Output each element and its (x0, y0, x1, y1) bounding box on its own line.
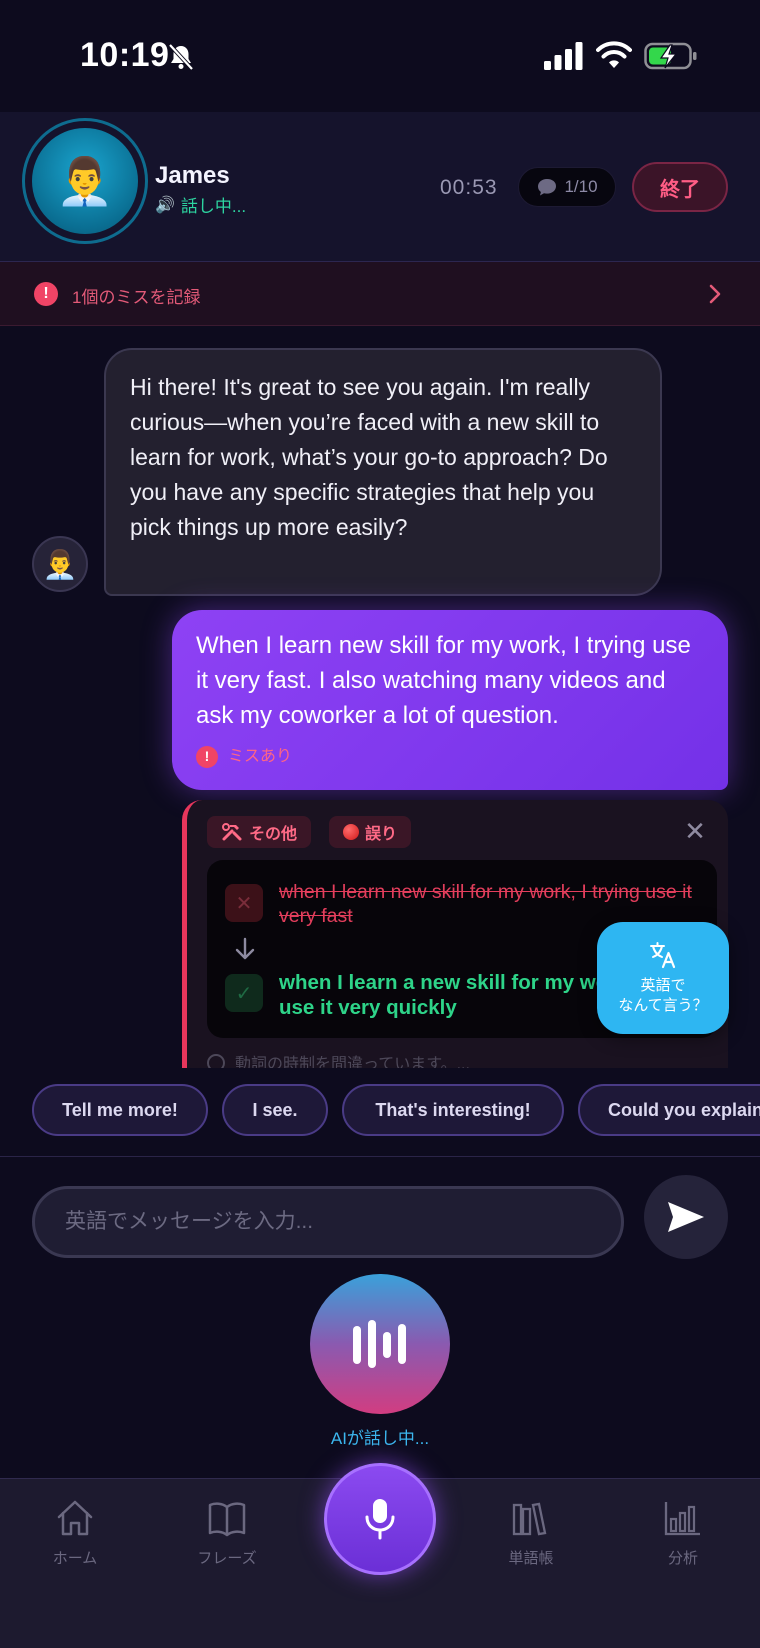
message-input[interactable] (35, 1189, 621, 1255)
bell-muted-icon (168, 43, 194, 71)
quick-reply-row[interactable]: Tell me more! I see. That's interesting!… (0, 1084, 760, 1138)
turn-counter-badge: 1/10 (518, 167, 616, 207)
turn-count: 1/10 (564, 177, 598, 196)
wrong-mark-icon: ✕ (225, 884, 263, 922)
tab-home[interactable]: ホーム (20, 1499, 130, 1568)
message-input-wrapper (32, 1186, 624, 1258)
category-tag: その他 (207, 816, 312, 848)
wifi-icon (596, 41, 632, 68)
ai-message-bubble: Hi there! It's great to see you again. I… (104, 348, 662, 596)
category-tag-label: その他 (249, 826, 298, 843)
chevron-right-icon (709, 284, 721, 304)
status-bar: 10:19 (0, 0, 760, 112)
partner-avatar[interactable]: 👨‍💼 (32, 128, 138, 234)
session-timer: 00:53 (440, 176, 498, 199)
book-icon (208, 1502, 246, 1537)
end-session-button[interactable]: 終了 (632, 162, 728, 212)
red-circle-icon (343, 824, 359, 840)
tab-phrases[interactable]: フレーズ (172, 1499, 282, 1568)
audio-waveform-icon (353, 1320, 406, 1368)
how-to-say-line2: なんて言う？ (618, 997, 708, 1014)
battery-charging-icon (644, 42, 697, 70)
tab-home-label: ホーム (52, 1550, 98, 1567)
speaker-icon: 🔊 (155, 196, 175, 214)
bar-chart-icon (664, 1502, 700, 1536)
quick-reply-chip[interactable]: Tell me more! (32, 1084, 208, 1136)
speaking-status: 🔊 話し中... (155, 192, 246, 217)
partner-name: James (155, 162, 230, 189)
tab-analysis-label: 分析 (667, 1550, 698, 1567)
conversation-header: 👨‍💼 James 🔊 話し中... 00:53 1/10 終了 (0, 112, 760, 262)
quick-reply-chip[interactable]: Could you explain (578, 1084, 760, 1136)
books-icon (512, 1502, 547, 1536)
quick-reply-chip[interactable]: That's interesting! (342, 1084, 564, 1136)
error-type-label: 誤り (365, 826, 398, 843)
tab-phrases-label: フレーズ (197, 1550, 257, 1567)
home-icon (57, 1500, 93, 1536)
ai-status-label: AIが話し中... (330, 1429, 430, 1448)
microphone-icon (365, 1499, 395, 1540)
send-icon (668, 1202, 704, 1232)
speaking-label: 話し中... (180, 197, 247, 216)
chat-area[interactable]: Hi there! It's great to see you again. I… (0, 326, 760, 1068)
check-mark-icon: ✓ (225, 974, 263, 1012)
user-message-bubble[interactable]: When I learn new skill for my work, I tr… (172, 610, 728, 790)
chat-bubble-icon (538, 179, 557, 196)
info-icon (207, 1054, 225, 1068)
mic-button[interactable] (324, 1463, 436, 1575)
cellular-signal-icon (544, 42, 583, 70)
error-icon: ! (196, 745, 218, 768)
quick-reply-chip[interactable]: I see. (222, 1084, 328, 1136)
arrow-down-icon (235, 937, 255, 960)
status-time: 10:19 (80, 36, 170, 74)
error-type-tag: 誤り (329, 816, 412, 848)
tab-vocab[interactable]: 単語帳 (476, 1499, 586, 1568)
mistake-count-text: 1個のミスを記録 (72, 288, 201, 307)
original-text: when I learn new skill for my work, I tr… (279, 881, 692, 927)
voice-orb-button[interactable] (310, 1274, 450, 1414)
tools-icon (222, 823, 242, 841)
correction-explanation: 動詞の時制を間違っています。... (207, 1050, 470, 1068)
mistake-banner[interactable]: ! 1個のミスを記録 (0, 262, 760, 326)
how-to-say-button[interactable]: 英語で なんて言う？ (597, 922, 729, 1034)
warning-icon: ! (34, 282, 58, 306)
user-error-label: ミスあり (228, 748, 293, 765)
close-icon[interactable]: ✕ (680, 816, 710, 846)
divider (0, 1156, 760, 1157)
user-message-error: ! ミスあり (196, 739, 292, 774)
how-to-say-line1: 英語で (640, 977, 686, 994)
translate-icon (650, 942, 676, 969)
tab-analysis[interactable]: 分析 (628, 1499, 738, 1568)
bottom-tab-bar: ホーム フレーズ 単語帳 分析 (0, 1463, 760, 1648)
user-message-text: When I learn new skill for my work, I tr… (196, 632, 691, 729)
send-button[interactable] (644, 1175, 728, 1259)
tab-vocab-label: 単語帳 (508, 1550, 554, 1567)
ai-avatar: 👨‍💼 (32, 536, 88, 592)
